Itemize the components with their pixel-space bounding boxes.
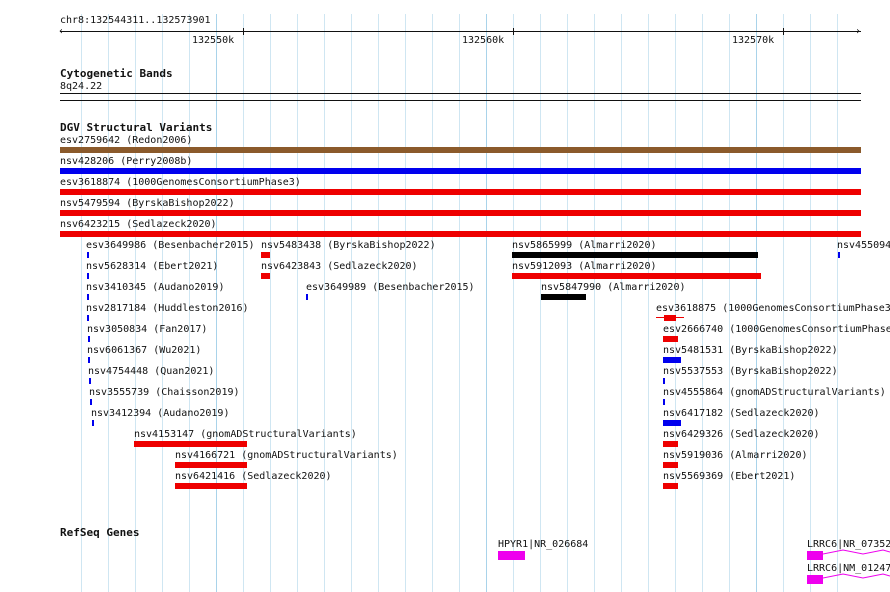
dgv-feature-bar[interactable] bbox=[89, 378, 91, 384]
ruler-tick bbox=[513, 28, 514, 35]
refseq-track-title[interactable]: RefSeq Genes bbox=[60, 527, 139, 539]
dgv-feature-label[interactable]: nsv6423215 (Sedlazeck2020) bbox=[60, 219, 217, 230]
dgv-feature-bar[interactable] bbox=[512, 273, 761, 279]
ruler-tick bbox=[243, 28, 244, 35]
dgv-feature-bar[interactable] bbox=[663, 462, 678, 468]
dgv-feature-label[interactable]: esv2759642 (Redon2006) bbox=[60, 135, 192, 146]
ruler-left-arrow: ‹ bbox=[58, 26, 65, 37]
dgv-feature-label[interactable]: nsv428206 (Perry2008b) bbox=[60, 156, 192, 167]
location-label: chr8:132544311..132573901 bbox=[60, 15, 211, 26]
scale-label: 132560k bbox=[462, 35, 505, 46]
dgv-feature-label[interactable]: nsv5537553 (ByrskaBishop2022) bbox=[663, 366, 838, 377]
dgv-feature-label[interactable]: nsv5847990 (Almarri2020) bbox=[541, 282, 686, 293]
dgv-feature-bar[interactable] bbox=[87, 315, 89, 321]
dgv-feature-bar[interactable] bbox=[663, 399, 665, 405]
ruler-right-arrow: › bbox=[855, 26, 862, 37]
dgv-feature-label[interactable]: esv3618874 (1000GenomesConsortiumPhase3) bbox=[60, 177, 301, 188]
dgv-feature-bar[interactable] bbox=[663, 420, 681, 426]
dgv-feature-bar[interactable] bbox=[88, 357, 90, 363]
dgv-feature-label[interactable]: esv3649986 (Besenbacher2015) bbox=[86, 240, 255, 251]
dgv-feature-label[interactable]: nsv5912093 (Almarri2020) bbox=[512, 261, 657, 272]
intron-line bbox=[823, 573, 890, 579]
dgv-feature-label[interactable]: nsv4754448 (Quan2021) bbox=[88, 366, 214, 377]
dgv-feature-bar[interactable] bbox=[838, 252, 840, 258]
dgv-feature-label[interactable]: nsv3412394 (Audano2019) bbox=[91, 408, 229, 419]
dgv-feature-bar[interactable] bbox=[88, 336, 90, 342]
dgv-feature-bar[interactable] bbox=[261, 273, 270, 279]
dgv-feature-bar[interactable] bbox=[87, 273, 89, 279]
dgv-feature-label[interactable]: nsv4153147 (gnomADStructuralVariants) bbox=[134, 429, 357, 440]
cytoband-bottom-line bbox=[60, 100, 861, 101]
dgv-feature-bar[interactable] bbox=[87, 252, 89, 258]
dgv-feature-bar[interactable] bbox=[663, 357, 681, 363]
gene-intron[interactable] bbox=[823, 572, 890, 584]
dgv-feature-label[interactable]: nsv5865999 (Almarri2020) bbox=[512, 240, 657, 251]
dgv-feature-bar[interactable] bbox=[60, 189, 861, 195]
gene-exon[interactable] bbox=[498, 551, 525, 560]
dgv-feature-label[interactable]: nsv5483438 (ByrskaBishop2022) bbox=[261, 240, 436, 251]
gene-exon[interactable] bbox=[807, 551, 823, 560]
dgv-feature-label[interactable]: nsv6061367 (Wu2021) bbox=[87, 345, 201, 356]
dgv-feature-label[interactable]: nsv6421416 (Sedlazeck2020) bbox=[175, 471, 332, 482]
dgv-feature-label[interactable]: nsv6429326 (Sedlazeck2020) bbox=[663, 429, 820, 440]
scale-label: 132550k bbox=[192, 35, 235, 46]
cytoband-label[interactable]: 8q24.22 bbox=[60, 81, 102, 92]
dgv-feature-label[interactable]: nsv5919036 (Almarri2020) bbox=[663, 450, 808, 461]
dgv-feature-label[interactable]: nsv2817184 (Huddleston2016) bbox=[86, 303, 249, 314]
intron-line bbox=[823, 549, 890, 555]
dgv-feature-label[interactable]: nsv6417182 (Sedlazeck2020) bbox=[663, 408, 820, 419]
dgv-feature-bar[interactable] bbox=[60, 210, 861, 216]
dgv-feature-bar[interactable] bbox=[87, 294, 89, 300]
dgv-feature-bar[interactable] bbox=[663, 441, 678, 447]
genome-browser-canvas[interactable]: chr8:132544311..132573901 ‹ › 132550k 13… bbox=[0, 0, 890, 592]
dgv-feature-bar[interactable] bbox=[663, 378, 665, 384]
dgv-feature-bar[interactable] bbox=[663, 336, 678, 342]
dgv-feature-bar[interactable] bbox=[175, 483, 247, 489]
dgv-feature-label[interactable]: nsv5481531 (ByrskaBishop2022) bbox=[663, 345, 838, 356]
dgv-feature-label[interactable]: esv3618875 (1000GenomesConsortiumPhase3) bbox=[656, 303, 890, 314]
dgv-feature-bar[interactable] bbox=[175, 462, 247, 468]
dgv-feature-label[interactable]: esv3649989 (Besenbacher2015) bbox=[306, 282, 475, 293]
dgv-feature-label[interactable]: nsv5569369 (Ebert2021) bbox=[663, 471, 795, 482]
dgv-feature-bar[interactable] bbox=[664, 315, 676, 321]
gene-intron[interactable] bbox=[823, 548, 890, 560]
dgv-feature-bar[interactable] bbox=[512, 252, 758, 258]
dgv-feature-label[interactable]: nsv455094 bbox=[837, 240, 890, 251]
dgv-feature-label[interactable]: nsv4166721 (gnomADStructuralVariants) bbox=[175, 450, 398, 461]
cytoband-top-line bbox=[60, 93, 861, 94]
gene-exon[interactable] bbox=[807, 575, 823, 584]
dgv-feature-label[interactable]: nsv3410345 (Audano2019) bbox=[86, 282, 224, 293]
dgv-feature-bar[interactable] bbox=[306, 294, 308, 300]
dgv-feature-bar[interactable] bbox=[60, 231, 861, 237]
dgv-feature-label[interactable]: nsv4555864 (gnomADStructuralVariants) bbox=[663, 387, 886, 398]
dgv-feature-bar[interactable] bbox=[60, 168, 861, 174]
dgv-feature-bar[interactable] bbox=[261, 252, 270, 258]
dgv-feature-label[interactable]: nsv3050834 (Fan2017) bbox=[87, 324, 207, 335]
dgv-feature-bar[interactable] bbox=[90, 399, 92, 405]
dgv-feature-bar[interactable] bbox=[60, 147, 861, 153]
dgv-feature-bar[interactable] bbox=[663, 483, 678, 489]
dgv-feature-bar[interactable] bbox=[134, 441, 247, 447]
dgv-feature-bar[interactable] bbox=[541, 294, 586, 300]
dgv-feature-label[interactable]: nsv5628314 (Ebert2021) bbox=[86, 261, 218, 272]
dgv-feature-label[interactable]: nsv3555739 (Chaisson2019) bbox=[89, 387, 240, 398]
ruler-tick bbox=[783, 28, 784, 35]
cytoband-track-title[interactable]: Cytogenetic Bands bbox=[60, 68, 173, 80]
dgv-feature-label[interactable]: nsv5479594 (ByrskaBishop2022) bbox=[60, 198, 235, 209]
scale-label: 132570k bbox=[732, 35, 775, 46]
dgv-feature-bar[interactable] bbox=[92, 420, 94, 426]
dgv-feature-label[interactable]: nsv6423843 (Sedlazeck2020) bbox=[261, 261, 418, 272]
dgv-track-title[interactable]: DGV Structural Variants bbox=[60, 122, 212, 134]
ruler-line bbox=[60, 31, 861, 32]
gene-label[interactable]: HPYR1|NR_026684 bbox=[498, 539, 588, 550]
dgv-feature-label[interactable]: esv2666740 (1000GenomesConsortiumPhase3) bbox=[663, 324, 890, 335]
